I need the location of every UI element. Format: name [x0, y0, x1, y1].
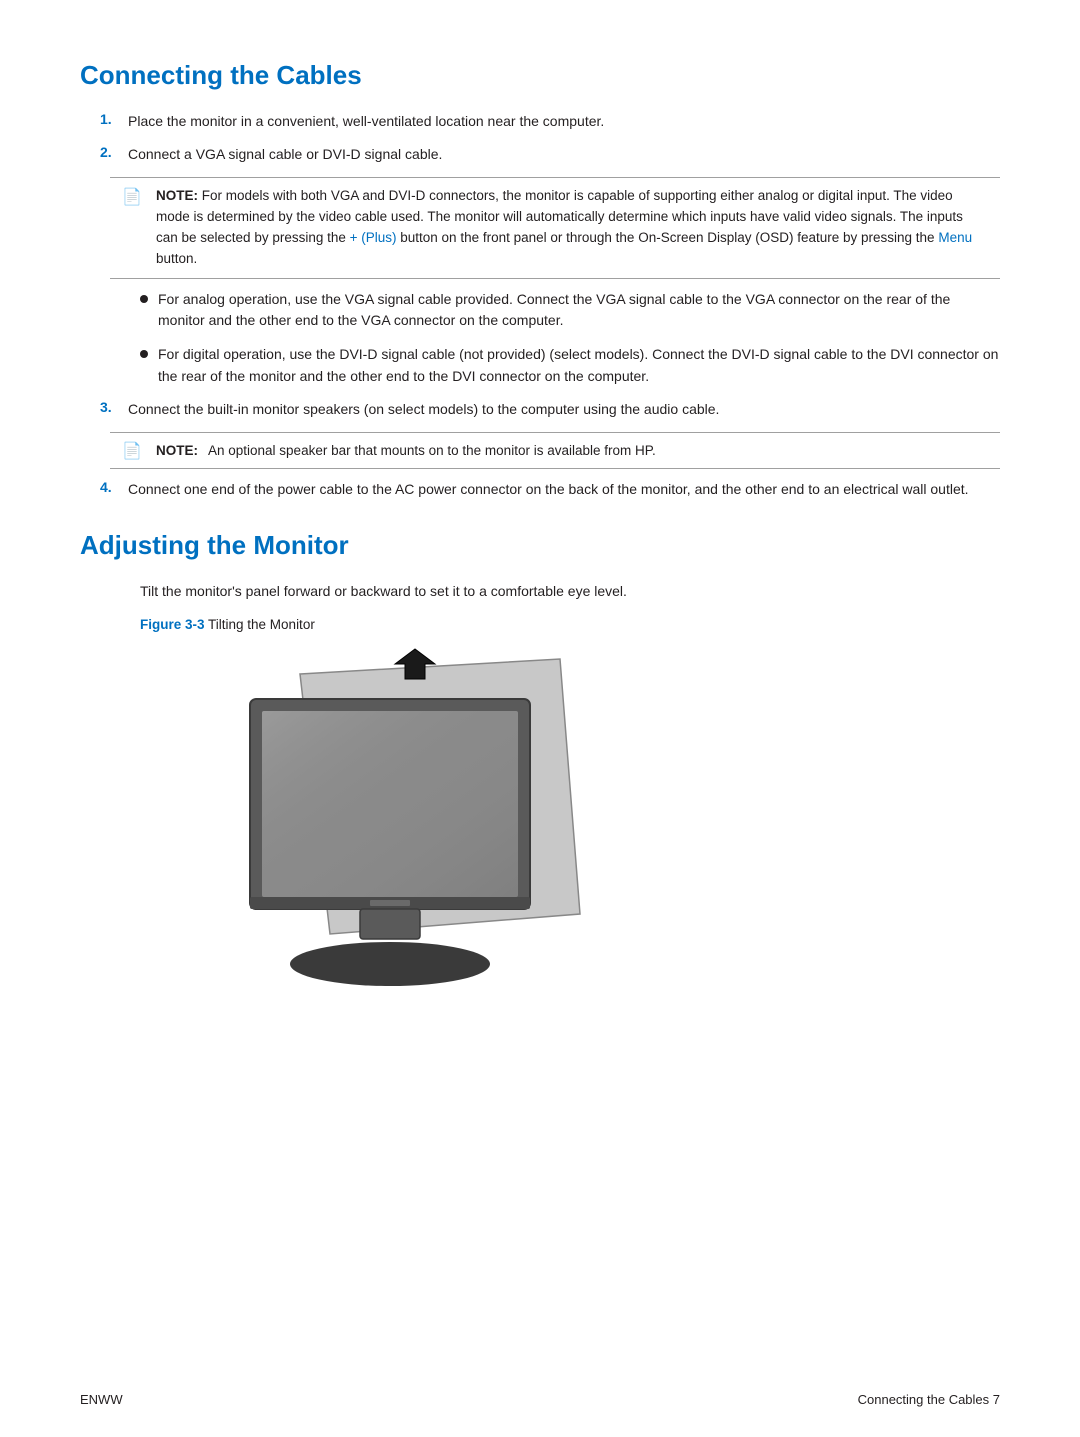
figure-label: Figure 3-3 Tilting the Monitor	[140, 617, 1000, 632]
bullet-list: For analog operation, use the VGA signal…	[140, 289, 1000, 388]
step-4-text: Connect one end of the power cable to th…	[128, 479, 1000, 500]
step-3-text: Connect the built-in monitor speakers (o…	[128, 399, 1000, 420]
step-1-number: 1.	[100, 111, 120, 127]
note1-text-after: button.	[156, 251, 197, 266]
footer: ENWW Connecting the Cables 7	[0, 1392, 1080, 1407]
monitor-svg	[220, 644, 600, 1004]
step-4: 4. Connect one end of the power cable to…	[100, 479, 1000, 500]
figure-label-bold: Figure 3-3	[140, 617, 205, 632]
section2: Adjusting the Monitor Tilt the monitor's…	[80, 530, 1000, 1004]
step-1-text: Place the monitor in a convenient, well-…	[128, 111, 1000, 132]
note-box-1: 📄 NOTE: For models with both VGA and DVI…	[110, 177, 1000, 279]
bullet-dot-1	[140, 295, 148, 303]
note-content-1: NOTE: For models with both VGA and DVI-D…	[156, 186, 988, 270]
note1-text-middle: button on the front panel or through the…	[397, 230, 939, 245]
note-box-2: 📄 NOTE: An optional speaker bar that mou…	[110, 432, 1000, 469]
bullet-dot-2	[140, 350, 148, 358]
bullet-2-text: For digital operation, use the DVI-D sig…	[158, 344, 1000, 387]
section2-title: Adjusting the Monitor	[80, 530, 1000, 561]
bullet-1-text: For analog operation, use the VGA signal…	[158, 289, 1000, 332]
step-3-number: 3.	[100, 399, 120, 415]
note1-label: NOTE:	[156, 188, 198, 203]
connecting-cables-steps-cont: 3. Connect the built-in monitor speakers…	[100, 399, 1000, 420]
step-2-text: Connect a VGA signal cable or DVI-D sign…	[128, 144, 1000, 165]
section2-intro: Tilt the monitor's panel forward or back…	[140, 581, 1000, 603]
note-icon-1: 📄	[122, 187, 146, 207]
note-icon-2: 📄	[122, 441, 146, 461]
section1-title: Connecting the Cables	[80, 60, 1000, 91]
bullet-1: For analog operation, use the VGA signal…	[140, 289, 1000, 332]
connecting-cables-steps: 1. Place the monitor in a convenient, we…	[100, 111, 1000, 165]
note1-link2: Menu	[938, 230, 972, 245]
footer-left: ENWW	[80, 1392, 123, 1407]
step-1: 1. Place the monitor in a convenient, we…	[100, 111, 1000, 132]
step-2-number: 2.	[100, 144, 120, 160]
note2-text: An optional speaker bar that mounts on t…	[208, 443, 656, 458]
footer-right: Connecting the Cables 7	[858, 1392, 1000, 1407]
note2-label: NOTE:	[156, 443, 198, 458]
note1-link1: + (Plus)	[350, 230, 397, 245]
step-4-number: 4.	[100, 479, 120, 495]
step-3: 3. Connect the built-in monitor speakers…	[100, 399, 1000, 420]
monitor-figure	[220, 644, 600, 1004]
connecting-cables-step4: 4. Connect one end of the power cable to…	[100, 479, 1000, 500]
bullet-2: For digital operation, use the DVI-D sig…	[140, 344, 1000, 387]
step-2: 2. Connect a VGA signal cable or DVI-D s…	[100, 144, 1000, 165]
figure-label-text: Tilting the Monitor	[205, 617, 315, 632]
